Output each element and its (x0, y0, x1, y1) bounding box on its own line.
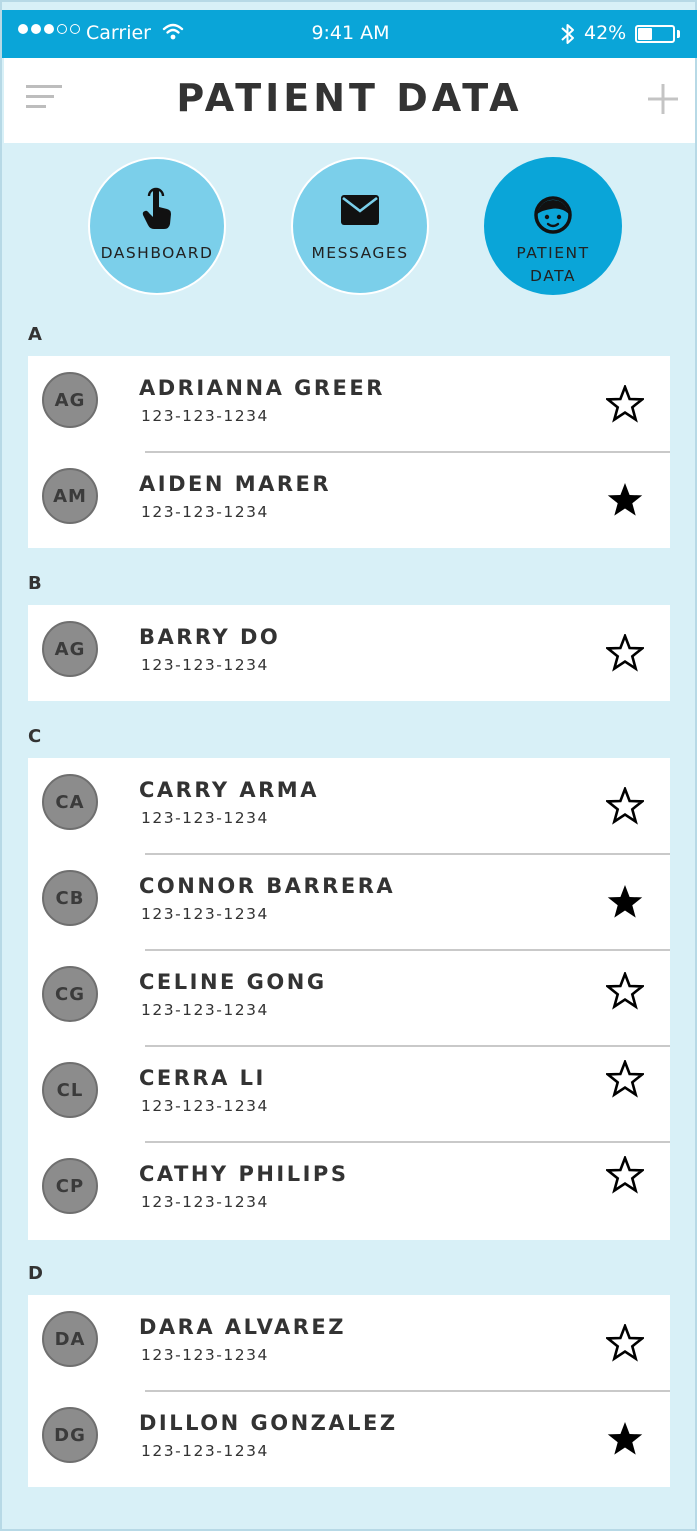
nav-patient-data-label: PATIENT DATA (516, 244, 590, 285)
patient-name: CERRA LI (139, 1066, 266, 1090)
patient-row[interactable]: AG BARRY DO 123-123-1234 (28, 605, 670, 701)
patient-name: CATHY PHILIPS (139, 1162, 349, 1186)
patient-group-c: CA CARRY ARMA 123-123-1234 CB CONNOR BAR… (28, 758, 670, 1240)
nav-messages-label: MESSAGES (311, 244, 409, 262)
status-bar: Carrier 9:41 AM 42% (2, 10, 697, 58)
touch-icon (90, 187, 224, 231)
page-title: PATIENT DATA (176, 76, 523, 120)
star-icon[interactable] (604, 1058, 646, 1098)
patient-name: CARRY ARMA (139, 778, 319, 802)
star-icon[interactable] (604, 383, 646, 423)
patient-phone: 123-123-1234 (141, 407, 269, 425)
patient-name: DARA ALVAREZ (139, 1315, 346, 1339)
patient-row[interactable]: CB CONNOR BARRERA 123-123-1234 (28, 854, 670, 951)
nav-patient-data-button[interactable]: PATIENT DATA (484, 157, 622, 295)
star-icon[interactable] (604, 632, 646, 672)
avatar: CP (42, 1158, 98, 1214)
section-header-c: C (28, 726, 42, 747)
nav-dashboard-label: DASHBOARD (100, 244, 214, 262)
patient-row[interactable]: CL CERRA LI 123-123-1234 (28, 1046, 670, 1143)
avatar: CG (42, 966, 98, 1022)
patient-row[interactable]: DG DILLON GONZALEZ 123-123-1234 (28, 1391, 670, 1487)
star-icon[interactable] (604, 1322, 646, 1362)
bluetooth-icon (560, 22, 576, 50)
avatar: AM (42, 468, 98, 524)
patient-phone: 123-123-1234 (141, 656, 269, 674)
star-icon[interactable] (604, 785, 646, 825)
patient-name: CONNOR BARRERA (139, 874, 396, 898)
patient-phone: 123-123-1234 (141, 1001, 269, 1019)
patient-phone: 123-123-1234 (141, 1097, 269, 1115)
star-icon[interactable] (606, 1420, 644, 1458)
avatar: DA (42, 1311, 98, 1367)
avatar: AG (42, 621, 98, 677)
patient-row[interactable]: CG CELINE GONG 123-123-1234 (28, 950, 670, 1047)
star-icon[interactable] (606, 481, 644, 519)
section-header-a: A (28, 324, 42, 345)
patient-phone: 123-123-1234 (141, 905, 269, 923)
patient-name: DILLON GONZALEZ (139, 1411, 398, 1435)
patient-row[interactable]: AG ADRIANNA GREER 123-123-1234 (28, 356, 670, 453)
patient-group-a: AG ADRIANNA GREER 123-123-1234 AM AIDEN … (28, 356, 670, 548)
patient-name: BARRY DO (139, 625, 281, 649)
patient-group-d: DA DARA ALVAREZ 123-123-1234 DG DILLON G… (28, 1295, 670, 1487)
star-icon[interactable] (606, 883, 644, 921)
patient-phone: 123-123-1234 (141, 1442, 269, 1460)
patient-row[interactable]: CP CATHY PHILIPS 123-123-1234 (28, 1142, 670, 1238)
battery-icon (635, 25, 675, 43)
plus-icon[interactable] (644, 80, 682, 118)
avatar: CL (42, 1062, 98, 1118)
patient-phone: 123-123-1234 (141, 1346, 269, 1364)
patient-name: AIDEN MARER (139, 472, 332, 496)
app-header: PATIENT DATA (4, 58, 695, 143)
avatar: CB (42, 870, 98, 926)
section-header-d: D (28, 1263, 43, 1284)
battery-tip (677, 30, 680, 38)
nav-messages-button[interactable]: MESSAGES (291, 157, 429, 295)
star-icon[interactable] (604, 1154, 646, 1194)
patient-phone: 123-123-1234 (141, 809, 269, 827)
patient-row[interactable]: CA CARRY ARMA 123-123-1234 (28, 758, 670, 855)
envelope-icon (293, 194, 427, 226)
patient-group-b: AG BARRY DO 123-123-1234 (28, 605, 670, 701)
section-header-b: B (28, 573, 42, 594)
face-icon (486, 195, 620, 235)
patient-phone: 123-123-1234 (141, 503, 269, 521)
nav-dashboard-button[interactable]: DASHBOARD (88, 157, 226, 295)
patient-phone: 123-123-1234 (141, 1193, 269, 1211)
avatar: AG (42, 372, 98, 428)
patient-name: ADRIANNA GREER (139, 376, 385, 400)
app-screen: Carrier 9:41 AM 42% PATIENT DATA DASHBOA… (0, 0, 697, 1531)
avatar: DG (42, 1407, 98, 1463)
patient-row[interactable]: DA DARA ALVAREZ 123-123-1234 (28, 1295, 670, 1392)
star-icon[interactable] (604, 970, 646, 1010)
avatar: CA (42, 774, 98, 830)
battery-percentage: 42% (584, 22, 627, 44)
patient-name: CELINE GONG (139, 970, 327, 994)
patient-row[interactable]: AM AIDEN MARER 123-123-1234 (28, 452, 670, 548)
